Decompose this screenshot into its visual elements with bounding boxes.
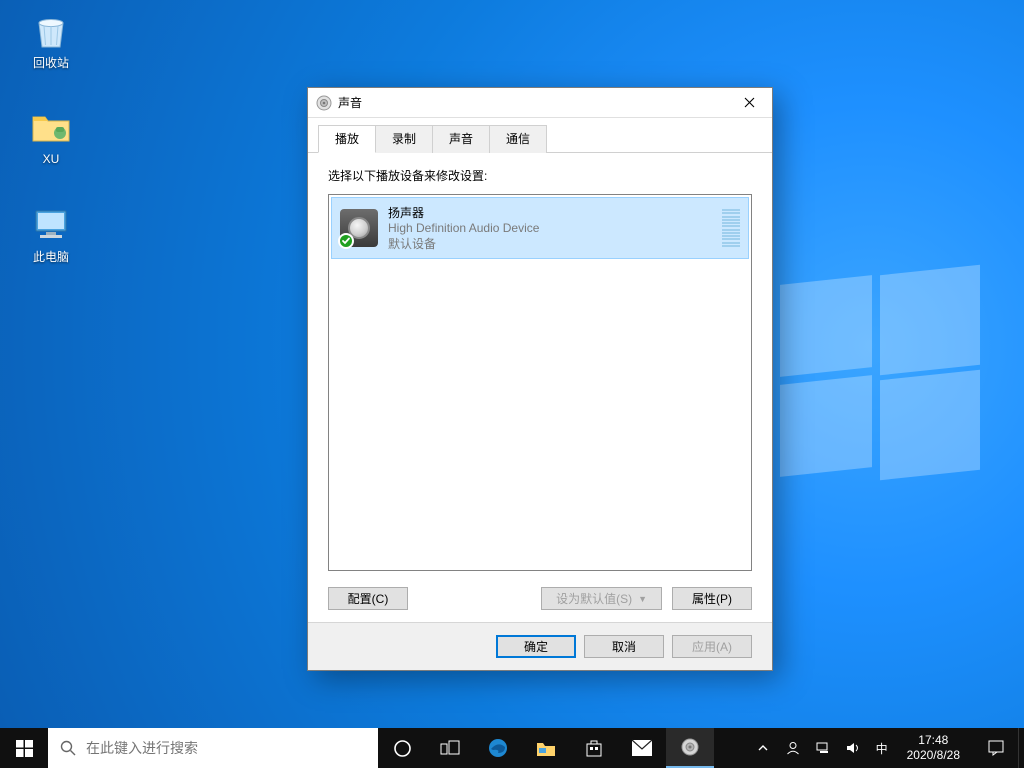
tray-volume-button[interactable] bbox=[843, 728, 863, 768]
file-explorer-icon bbox=[535, 738, 557, 758]
speaker-icon bbox=[316, 95, 332, 111]
people-icon bbox=[785, 740, 801, 756]
store-icon bbox=[584, 738, 604, 758]
windows-start-icon bbox=[16, 740, 33, 757]
show-desktop-button[interactable] bbox=[1018, 728, 1024, 768]
search-input[interactable] bbox=[86, 728, 366, 768]
chevron-down-icon: ▼ bbox=[638, 594, 647, 604]
taskbar-search[interactable] bbox=[48, 728, 378, 768]
ime-indicator[interactable]: 中 bbox=[873, 728, 891, 768]
action-center-button[interactable] bbox=[974, 728, 1018, 768]
tray-network-button[interactable] bbox=[813, 728, 833, 768]
taskbar-app-mail[interactable] bbox=[618, 728, 666, 768]
desktop-icon-recycle-bin[interactable]: 回收站 bbox=[14, 10, 88, 70]
device-icon-wrap bbox=[340, 209, 378, 247]
device-name: 扬声器 bbox=[388, 204, 539, 221]
recycle-bin-icon bbox=[30, 10, 72, 52]
task-view-icon bbox=[440, 740, 460, 756]
dialog-title: 声音 bbox=[338, 94, 726, 111]
this-pc-icon bbox=[30, 204, 72, 246]
folder-icon bbox=[30, 106, 72, 148]
taskbar-app-explorer[interactable] bbox=[522, 728, 570, 768]
taskbar-app-store[interactable] bbox=[570, 728, 618, 768]
cancel-button[interactable]: 取消 bbox=[584, 635, 664, 658]
tray-overflow-button[interactable] bbox=[753, 728, 773, 768]
desktop-icon-label: 回收站 bbox=[14, 56, 88, 70]
mail-icon bbox=[631, 739, 653, 757]
chevron-up-icon bbox=[757, 742, 769, 754]
clock-time: 17:48 bbox=[907, 733, 960, 748]
device-driver: High Definition Audio Device bbox=[388, 221, 539, 235]
task-view-button[interactable] bbox=[426, 728, 474, 768]
tab-recording[interactable]: 录制 bbox=[375, 125, 433, 153]
volume-icon bbox=[845, 741, 861, 755]
action-center-icon bbox=[987, 739, 1005, 757]
taskbar: 中 17:48 2020/8/28 bbox=[0, 728, 1024, 768]
close-button[interactable] bbox=[726, 88, 772, 118]
desktop-icon-folder[interactable]: XU bbox=[14, 106, 88, 166]
instruction-text: 选择以下播放设备来修改设置: bbox=[328, 167, 752, 184]
dialog-titlebar[interactable]: 声音 bbox=[308, 88, 772, 118]
apply-button[interactable]: 应用(A) bbox=[672, 635, 752, 658]
configure-button[interactable]: 配置(C) bbox=[328, 587, 408, 610]
cortana-icon bbox=[393, 739, 412, 758]
search-icon bbox=[60, 740, 76, 756]
desktop-icon-this-pc[interactable]: 此电脑 bbox=[14, 204, 88, 264]
clock-date: 2020/8/28 bbox=[907, 748, 960, 763]
tab-playback[interactable]: 播放 bbox=[318, 125, 376, 153]
taskbar-app-edge[interactable] bbox=[474, 728, 522, 768]
tab-communications[interactable]: 通信 bbox=[489, 125, 547, 153]
windows-logo-watermark bbox=[780, 280, 980, 480]
audio-level-meter bbox=[722, 209, 740, 247]
tab-strip: 播放 录制 声音 通信 bbox=[308, 118, 772, 153]
network-icon bbox=[815, 741, 831, 755]
dialog-bottom-bar: 确定 取消 应用(A) bbox=[308, 622, 772, 670]
cortana-button[interactable] bbox=[378, 728, 426, 768]
taskbar-app-sound-dialog[interactable] bbox=[666, 728, 714, 768]
taskbar-clock[interactable]: 17:48 2020/8/28 bbox=[901, 731, 966, 765]
properties-button[interactable]: 属性(P) bbox=[672, 587, 752, 610]
system-tray: 中 17:48 2020/8/28 bbox=[745, 728, 974, 768]
playback-device-list[interactable]: 扬声器 High Definition Audio Device 默认设备 bbox=[328, 194, 752, 571]
sound-dialog: 声音 播放 录制 声音 通信 选择以下播放设备来修改设置: 扬声器 bbox=[307, 87, 773, 671]
desktop-icon-label: 此电脑 bbox=[14, 250, 88, 264]
speaker-icon bbox=[681, 738, 699, 756]
default-check-icon bbox=[338, 233, 354, 249]
set-default-label: 设为默认值(S) bbox=[556, 590, 632, 607]
start-button[interactable] bbox=[0, 728, 48, 768]
desktop-icon-label: XU bbox=[14, 152, 88, 166]
close-icon bbox=[744, 97, 755, 108]
set-default-button[interactable]: 设为默认值(S) ▼ bbox=[541, 587, 662, 610]
edge-icon bbox=[487, 737, 509, 759]
device-item[interactable]: 扬声器 High Definition Audio Device 默认设备 bbox=[331, 197, 749, 259]
tray-people-button[interactable] bbox=[783, 728, 803, 768]
device-text: 扬声器 High Definition Audio Device 默认设备 bbox=[388, 204, 539, 252]
tab-sounds[interactable]: 声音 bbox=[432, 125, 490, 153]
ok-button[interactable]: 确定 bbox=[496, 635, 576, 658]
device-status: 默认设备 bbox=[388, 235, 539, 252]
